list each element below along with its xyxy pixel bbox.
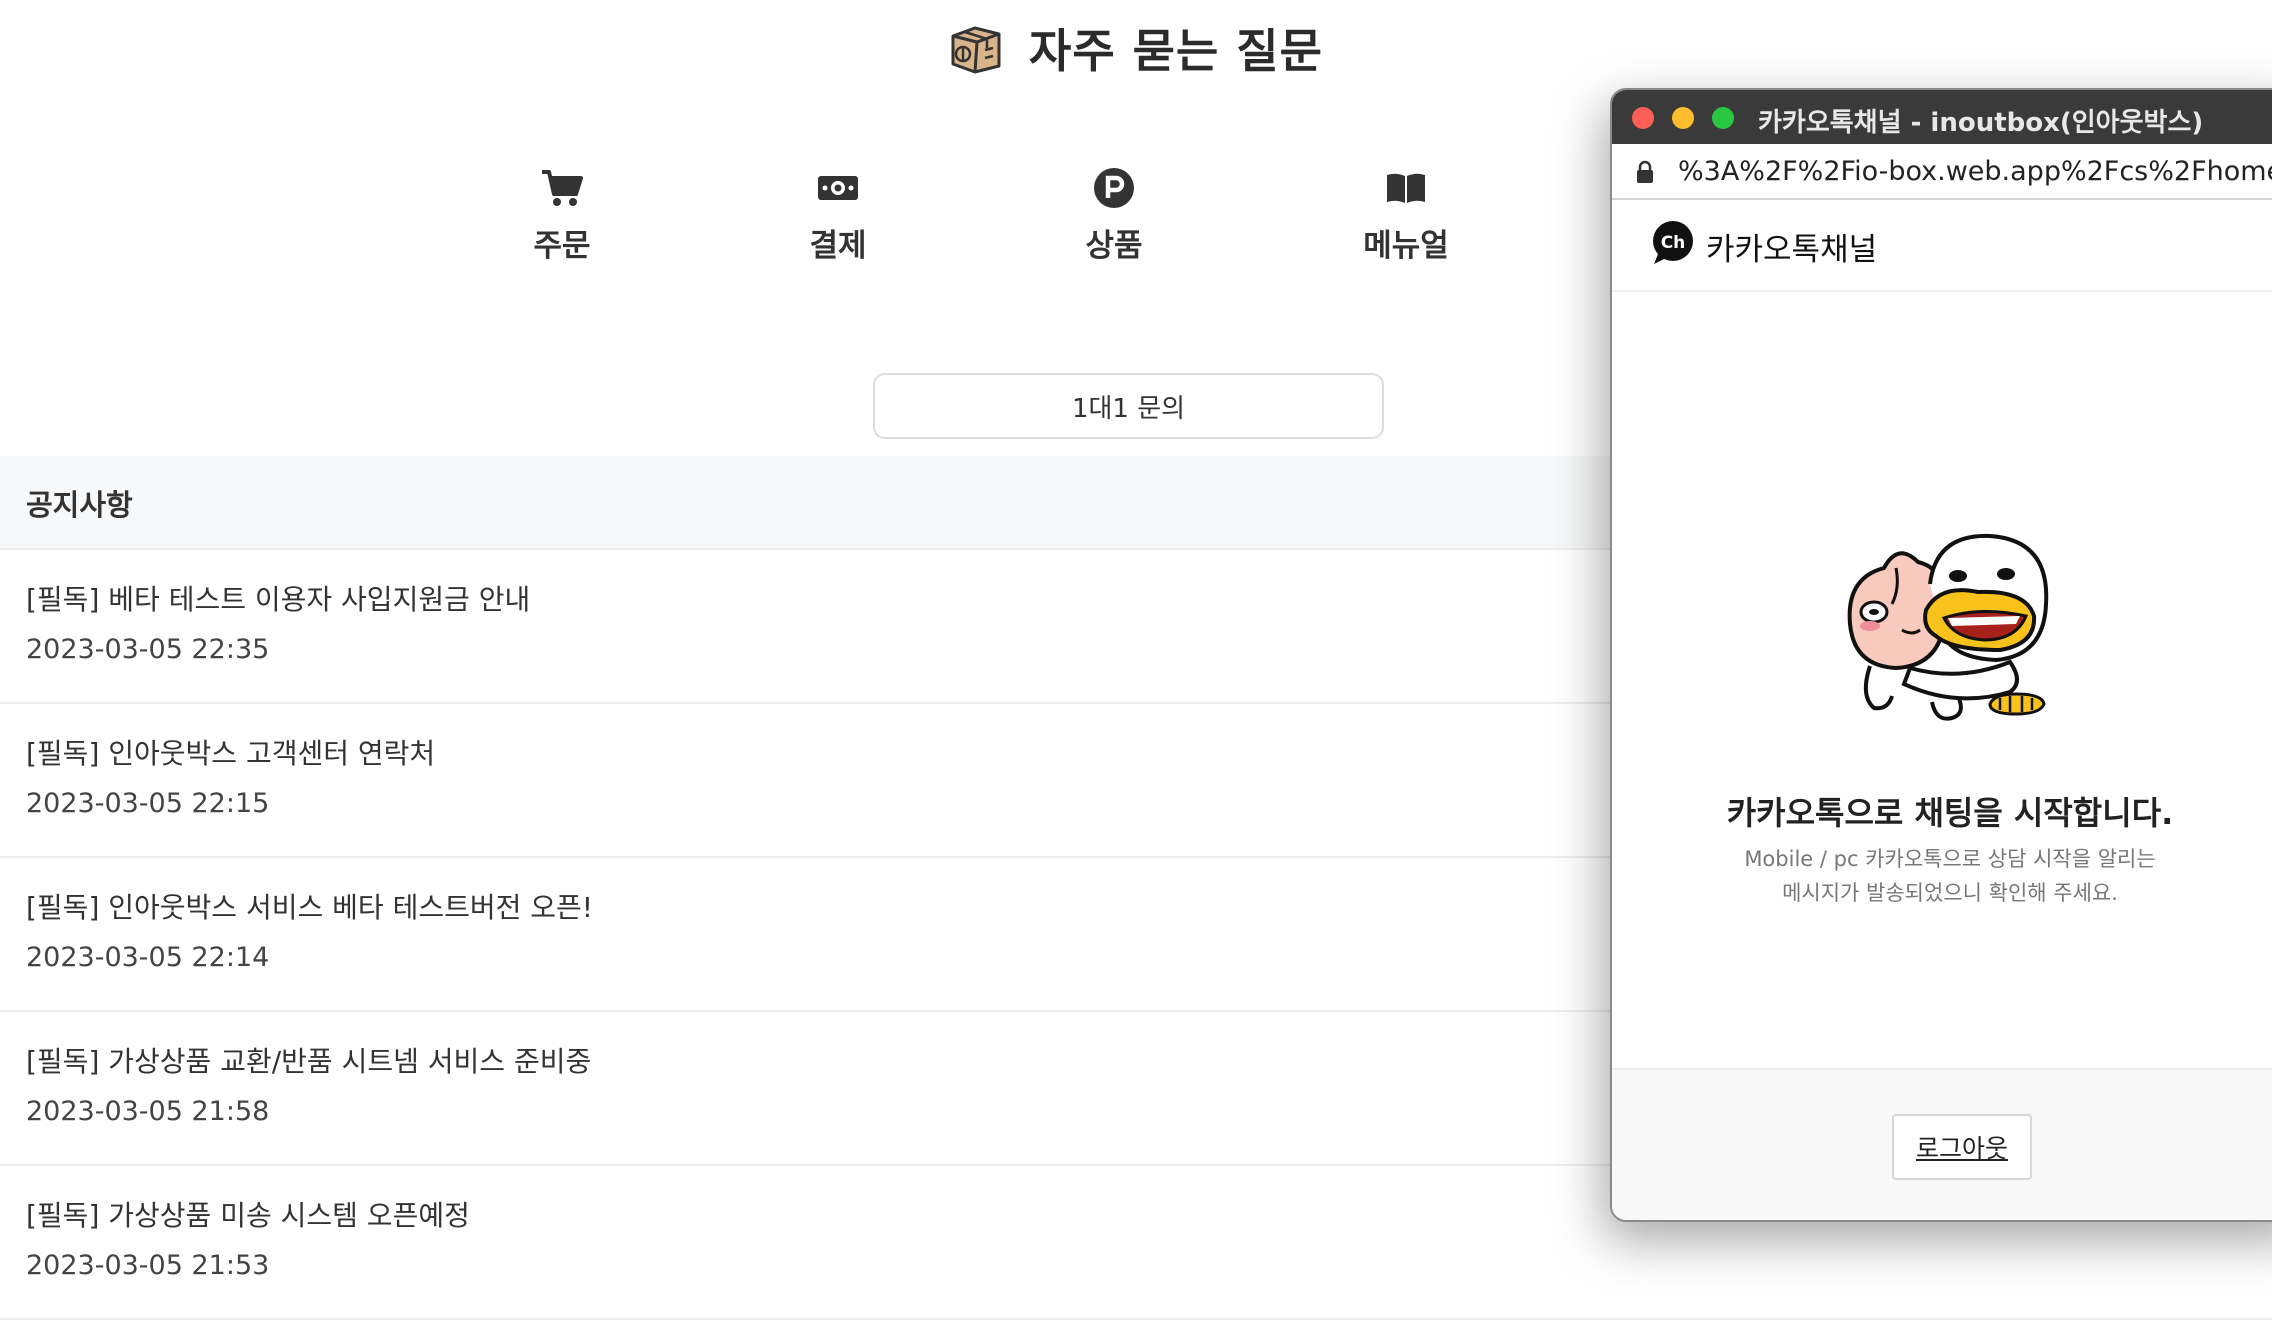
- category-nav: 주문 결제 상품 메뉴얼: [0, 162, 1600, 282]
- one-on-one-inquiry-button[interactable]: 1대1 문의: [873, 373, 1384, 439]
- kakao-character-illustration: [1847, 533, 2049, 721]
- channel-header: Ch 카카오톡채널: [1612, 200, 2272, 292]
- popup-footer: 로그아웃: [1612, 1068, 2272, 1220]
- maximize-window-button[interactable]: [1712, 107, 1734, 129]
- chat-start-message-line: 메시지가 발송되었으니 확인해 주세요.: [1782, 881, 2118, 905]
- category-label: 상품: [1085, 228, 1143, 264]
- logout-button[interactable]: 로그아웃: [1892, 1114, 2032, 1180]
- money-icon: [818, 176, 858, 200]
- category-label: 주문: [533, 228, 591, 264]
- notice-item-date: 2023-03-05 22:35: [26, 634, 270, 665]
- notice-item-title: [필독] 인아웃박스 서비스 베타 테스트버전 오픈!: [26, 891, 594, 924]
- close-window-button[interactable]: [1632, 107, 1654, 129]
- category-payment[interactable]: 결제: [758, 162, 918, 265]
- notice-title: 공지사항: [26, 488, 133, 522]
- window-title: 카카오톡채널 - inoutbox(인아웃박스): [1758, 108, 2204, 138]
- p-circle-icon: [1094, 168, 1134, 208]
- minimize-window-button[interactable]: [1672, 107, 1694, 129]
- chat-start-message-line: Mobile / pc 카카오톡으로 상담 시작을 알리는: [1744, 847, 2156, 871]
- page-header: 자주 묻는 질문: [0, 0, 2272, 100]
- notice-item-title: [필독] 가상상품 미송 시스템 오픈예정: [26, 1199, 470, 1232]
- chat-start-message: Mobile / pc 카카오톡으로 상담 시작을 알리는 메시지가 발송되었으…: [1612, 842, 2272, 910]
- url-bar[interactable]: %3A%2F%2Fio-box.web.app%2Fcs%2Fhome: [1612, 144, 2272, 200]
- category-manual[interactable]: 메뉴얼: [1326, 162, 1486, 265]
- kakao-channel-popup-window: 카카오톡채널 - inoutbox(인아웃박스) %3A%2F%2Fio-box…: [1610, 88, 2272, 1222]
- page-title: 자주 묻는 질문: [1029, 24, 1323, 78]
- channel-name: 카카오톡채널: [1706, 232, 1878, 268]
- page-title-wrap: 자주 묻는 질문: [945, 18, 1323, 78]
- category-order[interactable]: 주문: [482, 162, 642, 265]
- box-icon: [951, 26, 1001, 74]
- cart-icon: [542, 170, 583, 206]
- category-label: 결제: [809, 228, 867, 264]
- notice-item-date: 2023-03-05 21:53: [26, 1250, 270, 1281]
- kakao-channel-logo-icon: Ch: [1653, 221, 1693, 264]
- url-text: %3A%2F%2Fio-box.web.app%2Fcs%2Fhome: [1678, 156, 2272, 187]
- chat-body: 카카오톡으로 채팅을 시작합니다. Mobile / pc 카카오톡으로 상담 …: [1612, 292, 2272, 1158]
- window-titlebar[interactable]: 카카오톡채널 - inoutbox(인아웃박스): [1612, 90, 2272, 144]
- notice-item-title: [필독] 베타 테스트 이용자 사입지원금 안내: [26, 583, 531, 616]
- book-icon: [1387, 173, 1425, 203]
- lock-icon: [1637, 160, 1653, 183]
- chat-start-heading: 카카오톡으로 채팅을 시작합니다.: [1726, 794, 2174, 832]
- notice-item-date: 2023-03-05 22:14: [26, 942, 270, 973]
- notice-item-date: 2023-03-05 21:58: [26, 1096, 270, 1127]
- notice-item-title: [필독] 가상상품 교환/반품 시트넴 서비스 준비중: [26, 1045, 592, 1078]
- notice-item-date: 2023-03-05 22:15: [26, 788, 270, 819]
- category-product[interactable]: 상품: [1034, 162, 1194, 265]
- channel-logo-text: Ch: [1661, 233, 1686, 253]
- category-label: 메뉴얼: [1363, 228, 1449, 264]
- notice-item-title: [필독] 인아웃박스 고객센터 연락처: [26, 737, 436, 770]
